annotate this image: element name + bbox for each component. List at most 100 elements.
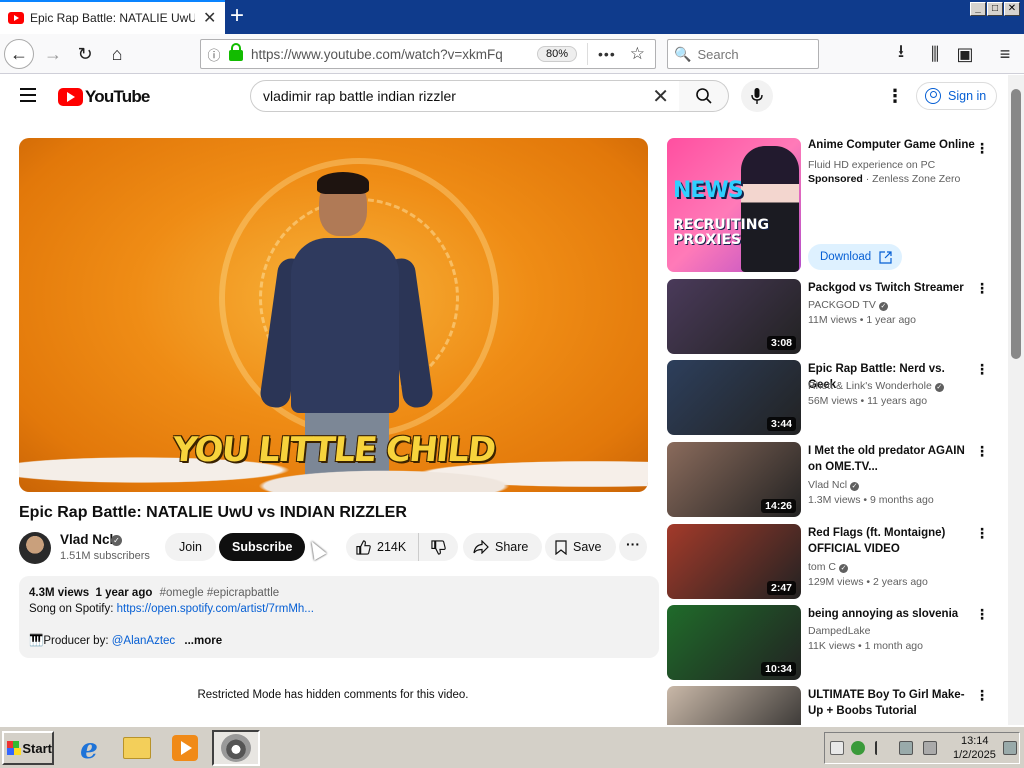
youtube-search-input[interactable]: vladimir rap battle indian rizzler ✕: [250, 80, 680, 112]
sponsored-label: Sponsored: [808, 173, 863, 185]
forward-button[interactable]: →: [38, 39, 68, 69]
recommendation-channel[interactable]: tom C ✓: [808, 561, 849, 573]
firefox-taskbar-button[interactable]: [212, 730, 260, 766]
recommendation-thumbnail[interactable]: 10:34: [667, 605, 801, 680]
recommendation-thumbnail[interactable]: 3:08: [667, 279, 801, 354]
share-button[interactable]: Share: [463, 533, 543, 561]
channel-name[interactable]: Vlad Ncl: [60, 532, 113, 547]
anime-character-image: [741, 146, 799, 272]
youtube-play-icon: [58, 88, 83, 106]
recommendation-channel[interactable]: Rhett & Link's Wonderhole ✓: [808, 380, 944, 392]
back-button[interactable]: ←: [4, 39, 34, 69]
tray-security-icon[interactable]: [851, 741, 865, 755]
subscribe-button[interactable]: Subscribe: [219, 533, 306, 561]
page-actions-icon[interactable]: •••: [598, 46, 616, 62]
page-scrollbar[interactable]: [1008, 75, 1024, 725]
recommendation-more-icon[interactable]: ⋮: [975, 444, 989, 458]
clear-search-icon[interactable]: ✕: [652, 84, 669, 109]
tray-network-icon[interactable]: [899, 741, 913, 755]
verified-icon: ✓: [850, 482, 860, 491]
recommendation-channel[interactable]: DampedLake: [808, 625, 870, 637]
maximize-button[interactable]: □: [987, 2, 1003, 16]
recommendation-title[interactable]: Packgod vs Twitch Streamer: [808, 280, 973, 296]
ad-title[interactable]: Anime Computer Game Online: [808, 139, 975, 151]
channel-avatar[interactable]: [19, 532, 51, 564]
sign-in-button[interactable]: Sign in: [916, 82, 998, 110]
ad-more-icon[interactable]: ⋮: [975, 140, 989, 157]
tray-volume-muted-icon[interactable]: [923, 741, 937, 755]
save-button[interactable]: Save: [545, 533, 616, 561]
home-button[interactable]: ⌂: [102, 39, 132, 69]
recommendation-more-icon[interactable]: ⋮: [975, 607, 989, 621]
tray-document-icon[interactable]: [830, 741, 844, 755]
recommendation-title[interactable]: being annoying as slovenia: [808, 606, 973, 622]
recommendation-title[interactable]: ULTIMATE Boy To Girl Make-Up + Boobs Tut…: [808, 687, 973, 719]
system-tray: 13:14 1/2/2025: [824, 732, 1020, 764]
internet-explorer-icon[interactable]: e: [74, 732, 104, 765]
url-text[interactable]: https://www.youtube.com/watch?v=xkmFq: [251, 47, 533, 62]
dislike-button[interactable]: [419, 533, 458, 561]
recommendation-thumbnail[interactable]: [667, 686, 801, 725]
ad-thumbnail[interactable]: NEWS RECRUITING PROXIES: [667, 138, 801, 272]
browser-tab-active[interactable]: Epic Rap Battle: NATALIE UwU vs INDIAN R…: [0, 0, 225, 34]
youtube-wordmark: YouTube: [85, 87, 150, 106]
youtube-search-button[interactable]: [679, 80, 729, 112]
hashtags[interactable]: #omegle #epicrapbattle: [160, 587, 280, 599]
recommendation-title[interactable]: Red Flags (ft. Montaigne) OFFICIAL VIDEO: [808, 525, 973, 557]
sponsored-ad[interactable]: NEWS RECRUITING PROXIES Anime Computer G…: [667, 138, 1002, 272]
sidebar-toggle-icon[interactable]: ▣: [950, 39, 980, 69]
folder-icon[interactable]: [122, 733, 152, 763]
join-button[interactable]: Join: [165, 533, 216, 561]
video-description[interactable]: 4.3M views 1 year ago #omegle #epicrapba…: [19, 576, 659, 658]
more-actions-icon[interactable]: ···: [619, 533, 647, 561]
address-bar[interactable]: ⓘ https://www.youtube.com/watch?v=xkmFq …: [200, 39, 656, 69]
recommendation-channel[interactable]: PACKGOD TV ✓: [808, 299, 888, 311]
recommendation-thumbnail[interactable]: 14:26: [667, 442, 801, 517]
youtube-logo[interactable]: YouTube: [58, 87, 150, 107]
bookmark-star-icon[interactable]: ☆: [630, 44, 645, 64]
voice-search-button[interactable]: [741, 80, 773, 112]
tray-flag-icon[interactable]: [875, 741, 889, 755]
downloads-icon[interactable]: ⭳: [886, 39, 916, 69]
recommendation-more-icon[interactable]: ⋮: [975, 526, 989, 540]
minimize-button[interactable]: _: [970, 2, 986, 16]
producer-link[interactable]: @AlanAztec: [112, 635, 175, 647]
view-count: 4.3M views: [29, 587, 90, 599]
start-button[interactable]: Start: [2, 731, 54, 765]
video-player[interactable]: YOU LITTLE CHILD: [19, 138, 648, 492]
reload-button[interactable]: ↻: [70, 39, 100, 69]
settings-more-icon[interactable]: ⋮: [886, 87, 904, 105]
site-info-icon[interactable]: ⓘ: [201, 45, 227, 64]
guide-menu-icon[interactable]: [20, 88, 36, 102]
tab-close-icon[interactable]: ✕: [203, 8, 216, 28]
clock-date[interactable]: 1/2/2025: [953, 749, 996, 761]
search-query[interactable]: vladimir rap battle indian rizzler: [263, 88, 652, 104]
browser-search-field[interactable]: 🔍 Search: [667, 39, 819, 69]
recommendation-item[interactable]: ULTIMATE Boy To Girl Make-Up + Boobs Tut…: [667, 686, 1002, 725]
show-more-button[interactable]: ...more: [184, 635, 222, 647]
recommendation-thumbnail[interactable]: 2:47: [667, 524, 801, 599]
recommendation-thumbnail[interactable]: 3:44: [667, 360, 801, 435]
recommendation-more-icon[interactable]: ⋮: [975, 362, 989, 376]
scrollbar-thumb[interactable]: [1011, 89, 1021, 359]
media-player-icon[interactable]: [170, 733, 200, 763]
like-button[interactable]: 214K: [346, 533, 420, 561]
zoom-indicator[interactable]: 80%: [537, 46, 578, 62]
close-window-button[interactable]: ✕: [1004, 2, 1020, 16]
clock-time[interactable]: 13:14: [961, 735, 989, 747]
menu-icon[interactable]: ≡: [990, 39, 1020, 69]
recommendation-more-icon[interactable]: ⋮: [975, 281, 989, 295]
recommendation-title[interactable]: I Met the old predator AGAIN on OME.TV..…: [808, 443, 973, 475]
recommendation-item[interactable]: 3:08 Packgod vs Twitch Streamer PACKGOD TV…: [667, 279, 1002, 355]
spotify-link[interactable]: https://open.spotify.com/artist/7rmMh...: [117, 603, 314, 615]
recommendation-channel[interactable]: Vlad Ncl ✓: [808, 479, 860, 491]
library-icon[interactable]: ⫼: [920, 39, 950, 69]
tray-display-icon[interactable]: [1003, 741, 1017, 755]
recommendation-more-icon[interactable]: ⋮: [975, 688, 989, 702]
recommendation-item[interactable]: 2:47 Red Flags (ft. Montaigne) OFFICIAL V…: [667, 524, 1002, 600]
recommendation-item[interactable]: 10:34 being annoying as slovenia DampedLak…: [667, 605, 1002, 681]
recommendation-item[interactable]: 14:26 I Met the old predator AGAIN on OME…: [667, 442, 1002, 518]
ad-download-button[interactable]: Download: [808, 244, 903, 270]
recommendation-item[interactable]: 3:44 Epic Rap Battle: Nerd vs. Geek Rhett …: [667, 360, 1002, 436]
new-tab-button[interactable]: +: [230, 4, 244, 28]
